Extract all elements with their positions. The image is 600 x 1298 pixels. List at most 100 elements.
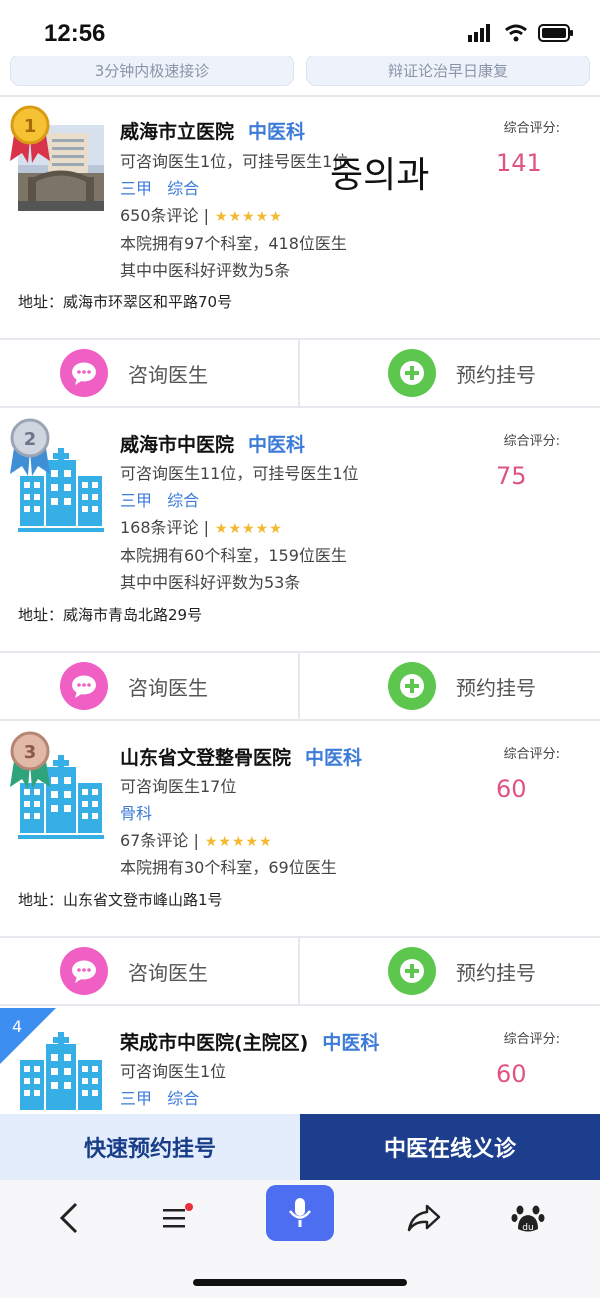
rank-number: 1 bbox=[24, 116, 37, 137]
plus-icon bbox=[388, 947, 436, 995]
type-tag: 综合 bbox=[167, 179, 200, 198]
hospital-tags: 三甲 综合 bbox=[120, 487, 199, 511]
rank-corner-badge: 4 bbox=[0, 1008, 56, 1064]
rank-number: 4 bbox=[12, 1017, 22, 1036]
review-count[interactable]: 650条评论 bbox=[120, 206, 199, 225]
share-icon[interactable] bbox=[402, 1196, 446, 1240]
score-label: 综合评分: bbox=[503, 121, 560, 136]
hospital-name[interactable]: 威海市中医院 bbox=[120, 434, 234, 456]
score-value: 60 bbox=[496, 775, 527, 803]
divider bbox=[298, 938, 300, 1004]
score-value: 75 bbox=[496, 462, 527, 490]
svg-text:du: du bbox=[522, 1223, 533, 1233]
chat-icon bbox=[60, 947, 108, 995]
bronze-medal-icon: 3 bbox=[10, 731, 50, 789]
consult-doctor-button[interactable]: 咨询医生 bbox=[60, 653, 358, 719]
star-rating: ★★★★★ bbox=[215, 521, 283, 537]
feature-pills: 3分钟内极速接诊 辩证论治早日康复 bbox=[0, 56, 600, 96]
status-time: 12:56 bbox=[44, 20, 106, 47]
type-tag: 综合 bbox=[167, 1089, 200, 1108]
score-value: 141 bbox=[496, 149, 542, 177]
battery-icon bbox=[538, 24, 573, 42]
back-icon[interactable] bbox=[48, 1196, 92, 1240]
dept-tag: 中医科 bbox=[248, 434, 306, 456]
gold-medal-icon: 1 bbox=[10, 105, 50, 163]
hospital-name[interactable]: 威海市立医院 bbox=[120, 121, 234, 143]
chat-icon bbox=[60, 349, 108, 397]
level-tag: 骨科 bbox=[120, 804, 153, 823]
doctor-count: 可咨询医生1位，可挂号医生1位 bbox=[120, 152, 349, 171]
hospital-address: 地址：山东省文登市峰山路1号 bbox=[18, 891, 223, 909]
level-tag: 三甲 bbox=[120, 1089, 153, 1108]
score-label: 综合评分: bbox=[503, 747, 560, 762]
pill-fast-consult[interactable]: 3分钟内极速接诊 bbox=[10, 56, 294, 86]
silver-medal-icon: 2 bbox=[10, 418, 50, 476]
quick-appointment-button[interactable]: 快速预约挂号 bbox=[0, 1114, 300, 1180]
hospital-card-2[interactable]: 2 威海市中医院 中医科 可咨询医生11位，可挂号医生1位 三甲 综合 168条评… bbox=[0, 410, 600, 650]
pill-treatment[interactable]: 辩证论治早日康复 bbox=[306, 56, 590, 86]
consult-label: 咨询医生 bbox=[128, 675, 208, 700]
plus-icon bbox=[388, 662, 436, 710]
consult-label: 咨询医生 bbox=[128, 960, 208, 985]
hospital-name-line: 威海市中医院 中医科 bbox=[120, 430, 305, 457]
status-icons bbox=[468, 24, 574, 42]
voice-search-button[interactable] bbox=[266, 1185, 334, 1241]
rank-number: 2 bbox=[24, 429, 37, 450]
home-indicator bbox=[193, 1279, 407, 1286]
star-rating: ★★★★★ bbox=[215, 209, 283, 225]
appointment-button[interactable]: 预约挂号 bbox=[388, 653, 600, 719]
hospital-name[interactable]: 荣成市中医院(主院区) bbox=[120, 1032, 308, 1054]
appointment-button[interactable]: 预约挂号 bbox=[388, 340, 600, 406]
online-consult-button[interactable]: 中医在线义诊 bbox=[300, 1114, 600, 1180]
hospital-card-1[interactable]: 1 威海市立医院 中医科 可咨询医生1位，可挂号医生1位 三甲 综合 650条评论… bbox=[0, 97, 600, 337]
dept-tag: 中医科 bbox=[305, 747, 363, 769]
rank-number: 3 bbox=[24, 742, 37, 763]
wifi-icon bbox=[505, 24, 527, 42]
overlay-text: 중의과 bbox=[330, 155, 430, 196]
consult-doctor-button[interactable]: 咨询医生 bbox=[60, 938, 358, 1004]
review-count[interactable]: 67条评论 bbox=[120, 831, 188, 850]
appointment-label: 预约挂号 bbox=[456, 960, 536, 985]
level-tag: 三甲 bbox=[120, 179, 153, 198]
good-reviews: 其中中医科好评数为5条 bbox=[120, 261, 291, 280]
hospital-address: 地址：威海市环翠区和平路70号 bbox=[18, 293, 233, 311]
score-label: 综合评分: bbox=[503, 434, 560, 449]
card-1-actions: 咨询医生 预约挂号 bbox=[0, 338, 600, 408]
doctor-count: 可咨询医生1位 bbox=[120, 1062, 227, 1081]
appointment-button[interactable]: 预约挂号 bbox=[388, 938, 600, 1004]
dept-tag: 中医科 bbox=[322, 1032, 380, 1054]
review-line: 67条评论 | ★★★★★ bbox=[120, 831, 273, 850]
hospital-name[interactable]: 山东省文登整骨医院 bbox=[120, 747, 291, 769]
hospital-name-line: 荣成市中医院(主院区) 中医科 bbox=[120, 1028, 379, 1055]
divider bbox=[298, 340, 300, 406]
card-3-actions: 咨询医生 预约挂号 bbox=[0, 936, 600, 1006]
hospital-card-4[interactable]: 4 荣成市中医院(主院区) 中医科 可咨询医生1位 三甲 综合 综合评分: 60 bbox=[0, 1008, 600, 1114]
hospital-address: 地址：威海市青岛北路29号 bbox=[18, 606, 203, 624]
hospital-name-line: 威海市立医院 中医科 bbox=[120, 117, 305, 144]
dept-tag: 中医科 bbox=[248, 121, 306, 143]
hospital-card-3[interactable]: 3 山东省文登整骨医院 中医科 可咨询医生17位 骨科 67条评论 | ★★★★★ … bbox=[0, 723, 600, 935]
plus-icon bbox=[388, 349, 436, 397]
hospital-tags: 三甲 综合 bbox=[120, 1085, 199, 1109]
consult-label: 咨询医生 bbox=[128, 362, 208, 387]
hospital-name-line: 山东省文登整骨医院 中医科 bbox=[120, 743, 362, 770]
divider bbox=[298, 653, 300, 719]
menu-icon[interactable] bbox=[156, 1196, 200, 1240]
review-line: 168条评论 | ★★★★★ bbox=[120, 518, 283, 537]
signal-icon bbox=[468, 24, 490, 42]
review-count[interactable]: 168条评论 bbox=[120, 518, 199, 537]
score-value: 60 bbox=[496, 1060, 527, 1088]
appointment-label: 预约挂号 bbox=[456, 675, 536, 700]
baidu-paw-icon[interactable]: du bbox=[506, 1196, 550, 1240]
hospital-tags: 三甲 综合 bbox=[120, 175, 199, 199]
browser-toolbar: du bbox=[0, 1180, 600, 1298]
type-tag: 综合 bbox=[167, 491, 200, 510]
dept-info: 本院拥有97个科室，418位医生 bbox=[120, 234, 347, 253]
consult-doctor-button[interactable]: 咨询医生 bbox=[60, 340, 358, 406]
card-2-actions: 咨询医生 预约挂号 bbox=[0, 651, 600, 721]
good-reviews: 其中中医科好评数为53条 bbox=[120, 573, 301, 592]
level-tag: 三甲 bbox=[120, 491, 153, 510]
bottom-action-bar: 快速预约挂号 中医在线义诊 bbox=[0, 1114, 600, 1180]
doctor-count: 可咨询医生11位，可挂号医生1位 bbox=[120, 464, 359, 483]
dept-info: 本院拥有60个科室，159位医生 bbox=[120, 546, 347, 565]
